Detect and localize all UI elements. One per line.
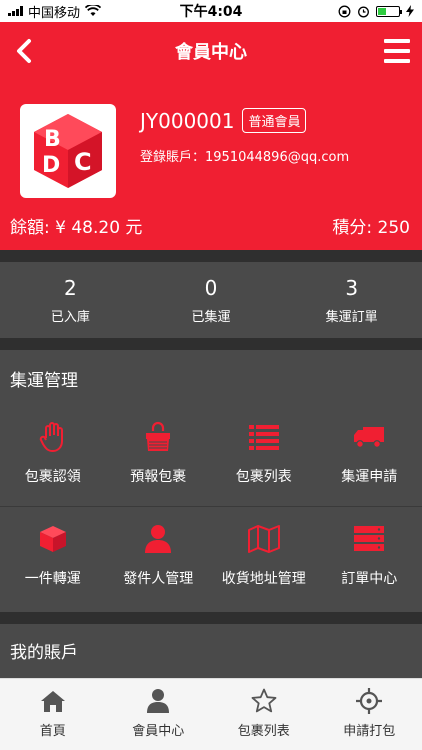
grid-item-label: 發件人管理 <box>123 571 194 587</box>
tab-label: 首頁 <box>39 724 66 739</box>
alarm-icon <box>358 6 369 17</box>
account-email: 1951044896@qq.com <box>205 150 350 165</box>
hamburger-menu-icon[interactable] <box>384 39 410 63</box>
status-bar: 中国移动 下午4:04 <box>0 0 422 22</box>
crosshair-icon <box>355 687 383 715</box>
bottom-tab-bar: 首頁 會員中心 包裹列表 申請打包 <box>0 678 422 750</box>
tab-label: 會員中心 <box>132 724 185 739</box>
section-title: 集運管理 <box>10 371 78 391</box>
balance-text: 餘額: ¥ 48.20 元 <box>10 218 143 238</box>
grid-item-label: 收貨地址管理 <box>221 571 306 587</box>
stat-orders[interactable]: 3 集運訂單 <box>281 262 422 338</box>
rotation-lock-icon <box>338 5 351 17</box>
tab-label: 申請打包 <box>343 724 396 739</box>
back-chevron-icon[interactable] <box>10 36 40 66</box>
points-text: 積分: 250 <box>332 218 410 238</box>
stat-label: 集運訂單 <box>325 309 378 325</box>
tab-member-center[interactable]: 會員中心 <box>106 679 212 750</box>
divider <box>0 338 422 350</box>
grid-item-label: 預報包裹 <box>130 469 187 485</box>
grid-item-label: 集運申請 <box>341 469 398 485</box>
svg-text:B: B <box>44 127 61 152</box>
wifi-icon <box>85 5 102 16</box>
user-icon <box>144 687 172 715</box>
bag-icon <box>141 420 175 454</box>
star-icon <box>250 687 278 715</box>
account-label: 登錄賬戶： <box>140 150 206 165</box>
row-divider <box>0 506 422 507</box>
user-icon <box>141 522 175 556</box>
stat-value: 3 <box>345 275 359 300</box>
carrier-label: 中国移动 <box>28 5 81 21</box>
stat-stored[interactable]: 2 已入庫 <box>0 262 141 338</box>
charging-icon <box>406 5 414 17</box>
grid-item-label: 訂單中心 <box>341 571 398 587</box>
map-icon <box>247 522 281 556</box>
home-icon <box>39 687 67 715</box>
tab-home[interactable]: 首頁 <box>0 679 106 750</box>
page-title: 會員中心 <box>175 42 247 63</box>
member-level-badge: 普通會員 <box>242 108 307 133</box>
profile-panel: B D C JY000001 普通會員 登錄賬戶：1951044896@qq.c… <box>0 80 422 250</box>
svg-text:C: C <box>74 148 92 176</box>
list-icon <box>247 420 281 454</box>
grid-item-address-management[interactable]: 收貨地址管理 <box>211 522 317 588</box>
stat-label: 已入庫 <box>50 309 90 325</box>
company-logo: B D C <box>20 104 116 198</box>
svg-text:D: D <box>42 153 60 178</box>
tab-label: 包裹列表 <box>237 724 290 739</box>
stats-row: 2 已入庫 0 已集運 3 集運訂單 <box>0 262 422 338</box>
account-info: 登錄賬戶：1951044896@qq.com <box>140 146 349 165</box>
divider <box>0 250 422 262</box>
app-header: 會員中心 <box>0 22 422 80</box>
grid-item-label: 包裹認領 <box>24 469 81 485</box>
stat-value: 0 <box>204 275 218 300</box>
user-id: JY000001 <box>140 108 235 133</box>
signal-icon <box>8 6 23 16</box>
grid-item-forecast[interactable]: 預報包裹 <box>106 420 212 486</box>
stat-value: 2 <box>63 275 77 300</box>
tab-apply-packing[interactable]: 申請打包 <box>317 679 422 750</box>
my-account-section: 我的賬戶 <box>0 624 422 678</box>
grid-item-sender-management[interactable]: 發件人管理 <box>106 522 212 588</box>
grid-item-order-center[interactable]: 訂單中心 <box>317 522 422 588</box>
server-icon <box>352 522 386 556</box>
divider <box>0 612 422 624</box>
hand-icon <box>36 420 70 454</box>
grid-item-label: 包裹列表 <box>235 469 292 485</box>
grid-item-label: 一件轉運 <box>24 571 81 587</box>
grid-item-consolidation-request[interactable]: 集運申請 <box>317 420 422 486</box>
box-icon <box>36 522 70 556</box>
grid-item-claim[interactable]: 包裹認領 <box>0 420 106 486</box>
management-section: 集運管理 包裹認領 預報包裹 包裹列表 集運申請 一件轉運 發件人管理 收貨地址… <box>0 350 422 612</box>
battery-icon <box>376 5 402 17</box>
truck-icon <box>352 420 386 454</box>
grid-item-one-click-forward[interactable]: 一件轉運 <box>0 522 106 588</box>
tab-package-list[interactable]: 包裹列表 <box>211 679 317 750</box>
section-title: 我的賬戶 <box>10 643 78 663</box>
stat-label: 已集運 <box>191 309 231 325</box>
grid-item-package-list[interactable]: 包裹列表 <box>211 420 317 486</box>
stat-consolidated[interactable]: 0 已集運 <box>141 262 282 338</box>
